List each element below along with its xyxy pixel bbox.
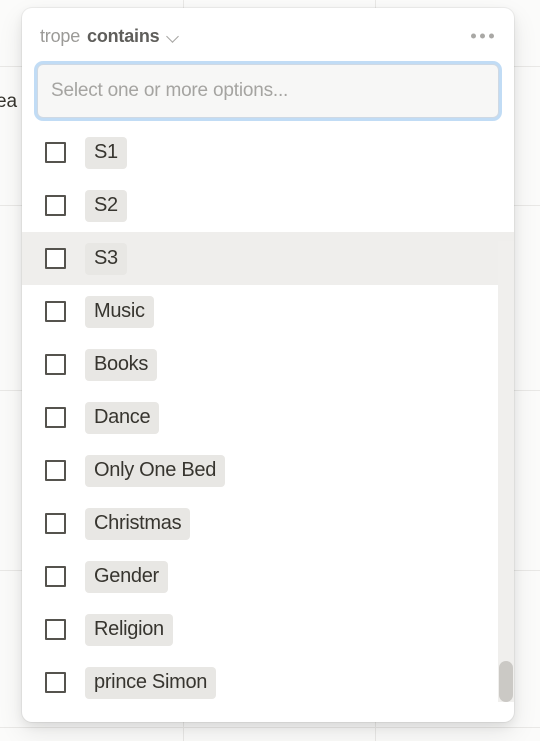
option-label: prince Simon (85, 666, 217, 699)
option-checkbox[interactable] (45, 407, 66, 428)
option-row[interactable]: Only One Bed (22, 444, 514, 497)
options-scrollbar[interactable] (498, 241, 514, 702)
filter-condition-button[interactable]: trope contains (36, 23, 184, 50)
option-row[interactable]: Gender (22, 550, 514, 603)
table-grid-line (0, 727, 540, 728)
chevron-down-icon (167, 30, 180, 43)
option-label: S1 (85, 136, 127, 169)
option-row[interactable]: Books (22, 338, 514, 391)
option-label: Gender (85, 560, 168, 593)
option-row[interactable]: S2 (22, 179, 514, 232)
option-checkbox[interactable] (45, 142, 66, 163)
option-row[interactable]: Dance (22, 391, 514, 444)
option-label: Christmas (85, 507, 191, 540)
option-row[interactable]: S3 (22, 232, 514, 285)
ellipsis-dot (489, 33, 494, 39)
option-row[interactable]: Christmas (22, 497, 514, 550)
options-search-input[interactable] (37, 64, 499, 118)
option-row[interactable]: prince Simon (22, 656, 514, 702)
option-label: Only One Bed (85, 454, 226, 487)
option-label: Dance (85, 401, 160, 434)
options-scrollbar-thumb[interactable] (499, 661, 513, 702)
option-label: S3 (85, 242, 127, 275)
option-label: Books (85, 348, 158, 381)
ellipsis-dot (480, 33, 485, 39)
option-label: Religion (85, 613, 173, 646)
search-field-wrapper (22, 64, 514, 118)
ellipsis-horizontal-icon[interactable] (465, 26, 500, 47)
option-checkbox[interactable] (45, 672, 66, 693)
option-checkbox[interactable] (45, 248, 66, 269)
filter-options-popup: trope contains S1 S2 S3 Music Books Dance Only… (22, 8, 514, 722)
option-checkbox[interactable] (45, 513, 66, 534)
option-checkbox[interactable] (45, 354, 66, 375)
option-label: S2 (85, 189, 127, 222)
background-cell-text: ea (0, 91, 17, 112)
option-checkbox[interactable] (45, 566, 66, 587)
option-checkbox[interactable] (45, 195, 66, 216)
ellipsis-dot (471, 33, 476, 39)
options-list[interactable]: S1 S2 S3 Music Books Dance Only One Bed Christm… (22, 126, 514, 702)
option-label: Music (85, 295, 154, 328)
option-checkbox[interactable] (45, 301, 66, 322)
option-row[interactable]: Religion (22, 603, 514, 656)
filter-property-label: trope (40, 25, 81, 46)
option-checkbox[interactable] (45, 460, 66, 481)
option-row[interactable]: S1 (22, 126, 514, 179)
option-row[interactable]: Music (22, 285, 514, 338)
option-checkbox[interactable] (45, 619, 66, 640)
filter-condition-label: contains (87, 25, 160, 46)
popup-header: trope contains (22, 8, 514, 64)
